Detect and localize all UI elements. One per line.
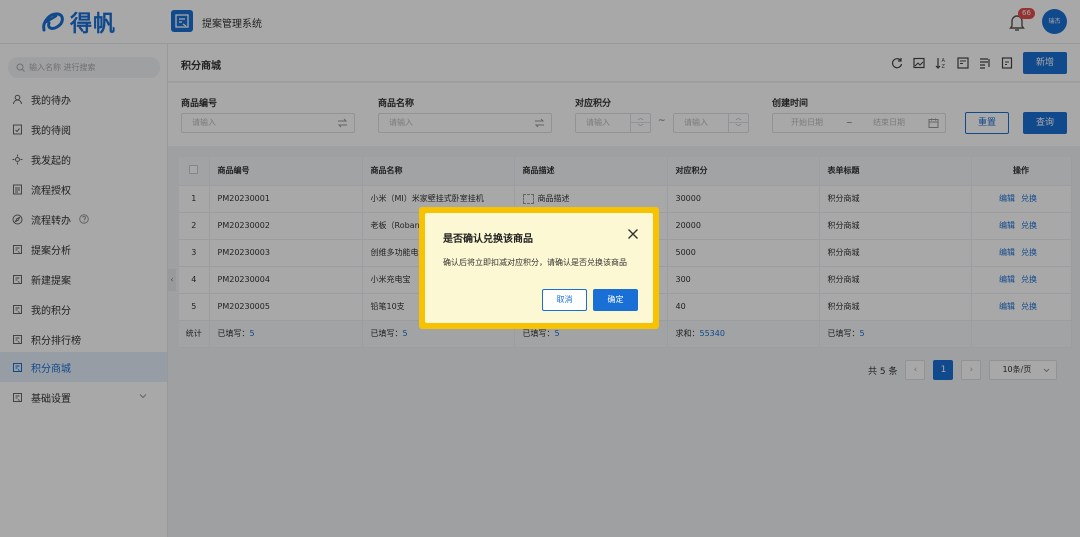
close-icon[interactable] — [626, 227, 640, 241]
confirm-dialog: 是否确认兑换该商品 确认后将立即扣减对应积分，请确认是否兑换该商品 取消 确定 — [425, 213, 653, 323]
confirm-button[interactable]: 确定 — [593, 289, 638, 311]
dialog-message: 确认后将立即扣减对应积分，请确认是否兑换该商品 — [443, 258, 627, 267]
cancel-button[interactable]: 取消 — [542, 289, 587, 311]
dialog-title: 是否确认兑换该商品 — [443, 234, 533, 245]
